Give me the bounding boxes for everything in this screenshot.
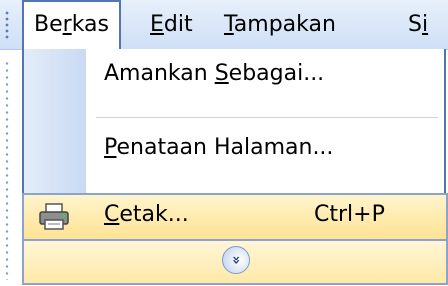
berkas-dropdown-menu: Amankan Sebagai... Penataan Halaman... C… bbox=[22, 49, 448, 285]
menu-separator bbox=[96, 117, 438, 118]
menu-item-print[interactable]: Cetak... Ctrl+P bbox=[22, 193, 448, 241]
menu-expand-row[interactable]: » bbox=[22, 241, 448, 285]
chevron-double-down-icon[interactable]: » bbox=[222, 246, 250, 274]
menu-item-page-setup[interactable]: Penataan Halaman... bbox=[24, 135, 444, 175]
printer-icon bbox=[39, 203, 69, 230]
menu-tampakan[interactable]: Tampakan bbox=[214, 0, 346, 49]
toolbar-grip[interactable] bbox=[4, 10, 10, 40]
menu-berkas[interactable]: Berkas bbox=[22, 0, 121, 49]
menu-sisipkan[interactable]: Si bbox=[398, 0, 438, 49]
menu-item-save-as[interactable]: Amankan Sebagai... bbox=[24, 61, 444, 101]
menu-bar: Berkas Edit Tampakan Si bbox=[0, 0, 448, 50]
menu-edit[interactable]: Edit bbox=[140, 0, 203, 49]
toolbar-grip-dots bbox=[4, 60, 10, 280]
print-shortcut: Ctrl+P bbox=[314, 202, 385, 227]
